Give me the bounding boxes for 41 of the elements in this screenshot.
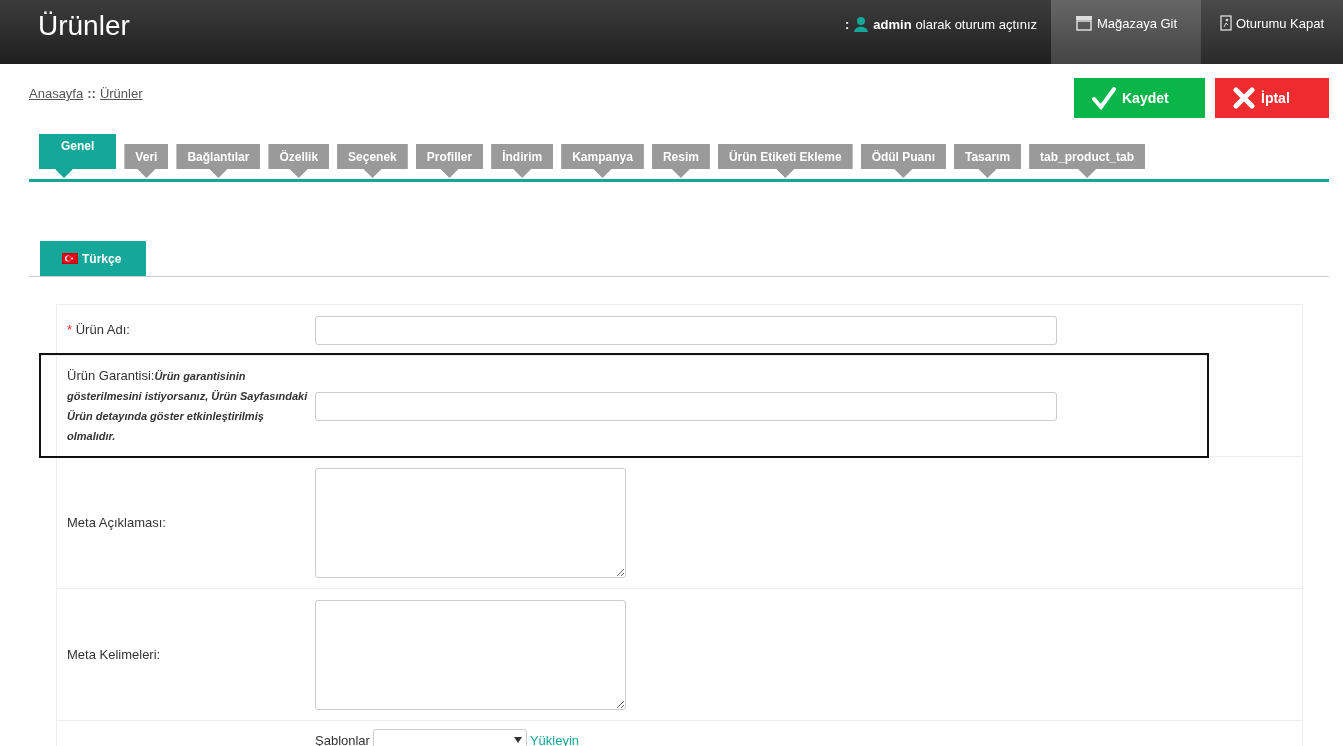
field-label: Meta Açıklaması:: [66, 513, 167, 532]
user-icon: [853, 16, 870, 32]
store-icon: [1074, 15, 1093, 31]
field-label: Ürün Garantisi:Ürün garantisinin gösterilmesini istiyorsanız, Ürün Sayfasındaki Ürün detayında göster etkinleştirilmiş olmalıdır.: [66, 367, 309, 444]
store-link[interactable]: Mağazaya Git: [1051, 0, 1201, 64]
tab[interactable]: Ürün Etiketi Ekleme: [717, 144, 853, 178]
flag-icon: [62, 253, 78, 264]
breadcrumb-link[interactable]: Anasayfa: [29, 86, 84, 118]
save-button[interactable]: Kaydet: [1074, 78, 1205, 118]
text-field[interactable]: [315, 391, 1057, 421]
text-field[interactable]: [315, 315, 1057, 345]
text-area[interactable]: [315, 599, 626, 710]
tab[interactable]: Bağlantılar: [176, 144, 261, 178]
user-name: admin: [873, 16, 912, 32]
logout-link[interactable]: Oturumu Kapat: [1201, 0, 1343, 64]
tab[interactable]: Veri: [124, 144, 169, 178]
tab[interactable]: Özellik: [268, 144, 330, 178]
tab[interactable]: Resim: [651, 144, 710, 178]
tab[interactable]: Ödül Puanı: [860, 144, 946, 178]
tab[interactable]: İndirim: [491, 144, 554, 178]
language-tab[interactable]: Türkçe: [40, 241, 146, 276]
tab[interactable]: Genel: [39, 134, 117, 178]
breadcrumb-separator: ::: [87, 86, 96, 103]
breadcrumb-link[interactable]: Ürünler: [99, 86, 143, 118]
field-label: Meta Kelimeleri:: [66, 645, 162, 664]
user-prefix: :: [844, 16, 850, 32]
exit-door-icon: [1219, 15, 1232, 31]
tab[interactable]: Profiller: [415, 144, 484, 178]
template-select[interactable]: [372, 729, 527, 746]
tab[interactable]: Tasarım: [953, 144, 1022, 178]
login-status-text: olarak oturum açtınız: [915, 16, 1037, 32]
field-label: * Ürün Adı:: [66, 321, 131, 339]
close-icon: [1233, 87, 1255, 109]
page-title: Ürünler: [37, 9, 131, 43]
tab[interactable]: Seçenek: [337, 144, 408, 178]
cancel-button[interactable]: İptal: [1215, 78, 1329, 118]
tab[interactable]: Kampanya: [561, 144, 644, 178]
caret-icon: [513, 737, 522, 743]
checkmark-icon: [1092, 86, 1116, 110]
tab[interactable]: tab_product_tab: [1029, 144, 1146, 178]
text-area[interactable]: [315, 467, 626, 578]
